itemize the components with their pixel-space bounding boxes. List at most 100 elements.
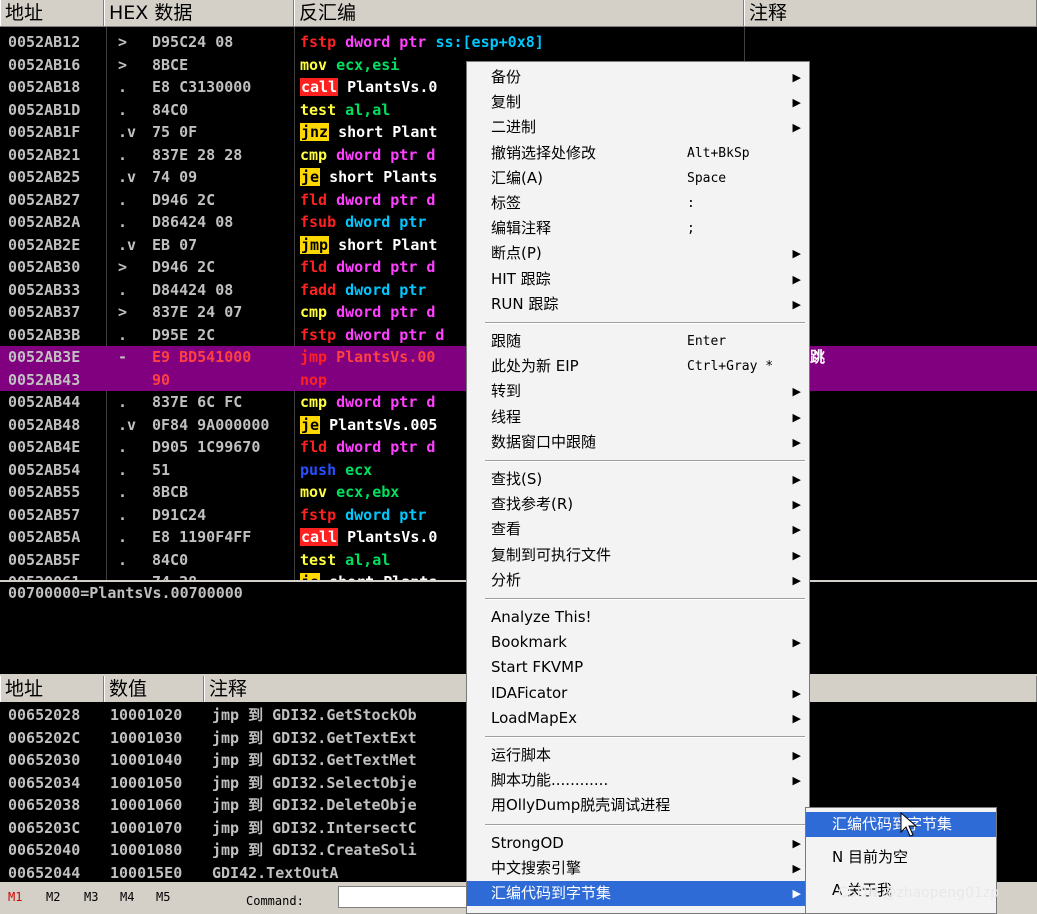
menu-item[interactable]: 转到 ▶ <box>467 379 809 404</box>
row-mnemonic: cmp <box>300 145 328 164</box>
submenu-arrow-icon: ▶ <box>792 749 801 762</box>
col-hex-header[interactable]: HEX 数据 <box>104 0 294 26</box>
operand-part: short Plant <box>338 235 438 254</box>
row-mnemonic: mov <box>300 483 328 501</box>
menu-item[interactable]: 二进制 ▶ <box>467 115 809 140</box>
menu-item[interactable]: Analyze This! <box>467 605 809 630</box>
menu-item[interactable]: 中文搜索引擎 ▶ <box>467 856 809 881</box>
menu-item[interactable]: StrongOD ▶ <box>467 831 809 856</box>
row-address: 0052AB57 <box>8 505 81 524</box>
menu-item-label: 跟随 <box>491 332 522 350</box>
menu-item-label: 运行脚本 <box>491 746 552 764</box>
row-flow-mark: . <box>118 505 128 524</box>
operand-part: ecx <box>345 460 373 479</box>
row-address: 0052AB2A <box>8 213 81 231</box>
stack-col-address-header[interactable]: 地址 <box>0 676 104 702</box>
row-flow-mark: > <box>118 33 128 51</box>
row-mnemonic: call <box>300 78 339 96</box>
stack-address: 0065203C <box>8 818 81 837</box>
m3-button[interactable]: M3 <box>84 890 98 904</box>
menu-item[interactable]: LoadMapEx ▶ <box>467 706 809 731</box>
submenu-arrow-icon: ▶ <box>792 836 801 850</box>
stack-col-value-header[interactable]: 数值 <box>104 676 204 702</box>
row-address: 0052AB16 <box>8 55 81 74</box>
menu-item[interactable]: 汇编(A) Space <box>467 166 809 191</box>
m5-button[interactable]: M5 <box>156 890 170 904</box>
menu-item[interactable]: 线程 ▶ <box>467 405 809 430</box>
row-mnemonic: cmp <box>300 303 328 321</box>
menu-item[interactable]: 此处为新 EIP Ctrl+Gray * <box>467 354 809 379</box>
menu-item[interactable]: 撤销选择处修改 Alt+BkSp <box>467 141 809 166</box>
row-mnemonic: test <box>300 550 337 569</box>
operand-part: PlantsVs.005 <box>329 415 438 434</box>
menu-item-label: Bookmark <box>491 633 567 652</box>
row-hex-bytes: 837E 28 28 <box>152 145 243 164</box>
menu-item[interactable]: 用OllyDump脱壳调试进程 <box>467 793 809 818</box>
m4-button[interactable]: M4 <box>120 890 134 904</box>
stack-address: 00652040 <box>8 841 81 859</box>
menu-item[interactable]: 查找(S) ▶ <box>467 467 809 492</box>
row-flow-mark: . <box>118 100 128 119</box>
row-operands: PlantsVs.0 <box>347 528 437 546</box>
row-mnemonic: fstp <box>300 33 337 51</box>
menu-item[interactable]: IDAFicator ▶ <box>467 681 809 706</box>
disasm-row[interactable]: 0052AB12 > D95C24 08 fstp dword ptr ss:[esp+… <box>0 31 1037 54</box>
m2-button[interactable]: M2 <box>46 890 60 904</box>
menu-item[interactable]: 复制到可执行文件 ▶ <box>467 543 809 568</box>
row-address: 0052AB30 <box>8 258 81 276</box>
menu-separator <box>485 322 805 324</box>
menu-item[interactable]: Start FKVMP <box>467 655 809 680</box>
operand-part: short Plants <box>329 573 437 580</box>
col-comment-header[interactable]: 注释 <box>744 0 1037 26</box>
row-hex-bytes: 90 <box>152 370 171 389</box>
menu-item[interactable]: 复制 ▶ <box>467 90 809 115</box>
row-flow-mark: . <box>118 213 128 231</box>
menu-item[interactable]: HIT 跟踪 ▶ <box>467 267 809 292</box>
row-operands: dword ptr <box>345 213 426 231</box>
col-address-header[interactable]: 地址 <box>0 0 104 26</box>
menu-item-label: 编辑注释 <box>491 219 552 238</box>
menu-item[interactable]: 查找参考(R) ▶ <box>467 492 809 517</box>
menu-item[interactable]: 脚本功能............ ▶ <box>467 768 809 793</box>
menu-item[interactable]: RUN 跟踪 ▶ <box>467 292 809 317</box>
row-flow-mark <box>118 369 138 392</box>
menu-item[interactable]: 汇编代码到字节集 ▶ <box>467 881 809 906</box>
row-address: 0052AB5F <box>8 550 81 569</box>
menu-item-label: Start FKVMP <box>491 658 584 677</box>
row-address: 0052AB5A <box>8 528 81 546</box>
row-operands: dword ptr d <box>336 191 435 209</box>
row-mnemonic: cmp <box>300 393 328 411</box>
row-hex-bytes: D95E 2C <box>152 325 216 344</box>
menu-item[interactable]: 跟随 Enter <box>467 329 809 354</box>
row-hex-bytes: E9 BD541000 <box>152 348 252 366</box>
submenu-item[interactable]: N 目前为空 <box>806 845 996 870</box>
menu-item[interactable]: 断点(P) ▶ <box>467 241 809 266</box>
row-flow-mark: > <box>118 303 128 321</box>
menu-item[interactable]: 备份 ▶ <box>467 65 809 90</box>
menu-item[interactable]: 标签: <box>467 191 809 216</box>
menu-item[interactable]: 编辑注释; <box>467 216 809 241</box>
menu-item[interactable]: 运行脚本 ▶ <box>467 743 809 768</box>
menu-item[interactable]: 数据窗口中跟随 ▶ <box>467 430 809 455</box>
menu-separator <box>485 460 805 462</box>
row-flow-mark: . <box>118 571 138 580</box>
row-hex-bytes: 837E 24 07 <box>152 303 243 321</box>
row-disassembly: fstp dword ptr ss:[esp+0x8] <box>300 31 740 54</box>
row-hex-bytes: D946 2C <box>152 258 216 276</box>
operand-part: ecx,ebx <box>336 483 400 501</box>
menu-item-label: 断点(P) <box>491 244 542 263</box>
menu-item-label: Analyze This! <box>491 608 592 626</box>
menu-item[interactable]: 查看 ▶ <box>467 517 809 542</box>
row-operands: short Plants <box>329 168 437 186</box>
row-hex-bytes: D84424 08 <box>152 280 234 299</box>
m1-button[interactable]: M1 <box>8 890 22 904</box>
menu-item-shortcut: Enter <box>687 334 727 349</box>
menu-item[interactable]: Bookmark ▶ <box>467 630 809 655</box>
col-disasm-header[interactable]: 反汇编 <box>294 0 744 26</box>
row-hex-bytes: E8 C3130000 <box>152 78 252 96</box>
row-mnemonic: fld <box>300 190 328 209</box>
menu-item[interactable]: 分析 ▶ <box>467 568 809 593</box>
row-hex-bytes: D95C24 08 <box>152 33 234 51</box>
submenu-arrow-icon: ▶ <box>792 473 801 486</box>
row-mnemonic: nop <box>300 370 328 389</box>
